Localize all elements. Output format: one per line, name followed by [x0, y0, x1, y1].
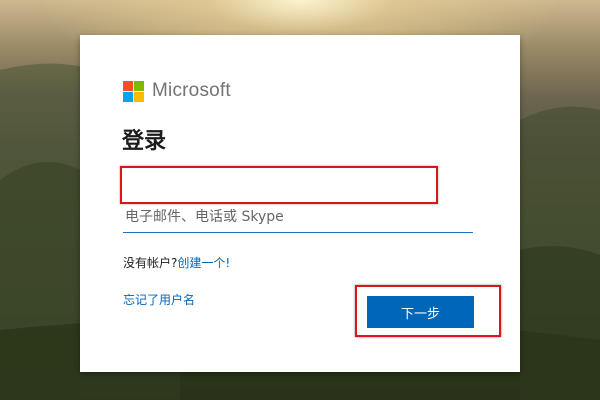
email-field-wrapper	[123, 201, 473, 234]
brand-name: Microsoft	[152, 80, 231, 101]
page-title: 登录	[122, 129, 167, 154]
forgot-username-link[interactable]: 忘记了用户名	[123, 291, 195, 308]
create-account-link[interactable]: 创建一个!	[177, 256, 230, 270]
no-account-label: 没有帐户?	[123, 256, 178, 270]
windows-logo-icon	[123, 80, 144, 102]
no-account-text: 没有帐户?创建一个!	[123, 254, 230, 271]
microsoft-logo: Microsoft	[123, 80, 231, 102]
email-field[interactable]	[123, 201, 473, 233]
signin-card: Microsoft 登录 没有帐户?创建一个! 忘记了用户名 下一步	[80, 35, 520, 372]
next-button[interactable]: 下一步	[367, 296, 474, 328]
